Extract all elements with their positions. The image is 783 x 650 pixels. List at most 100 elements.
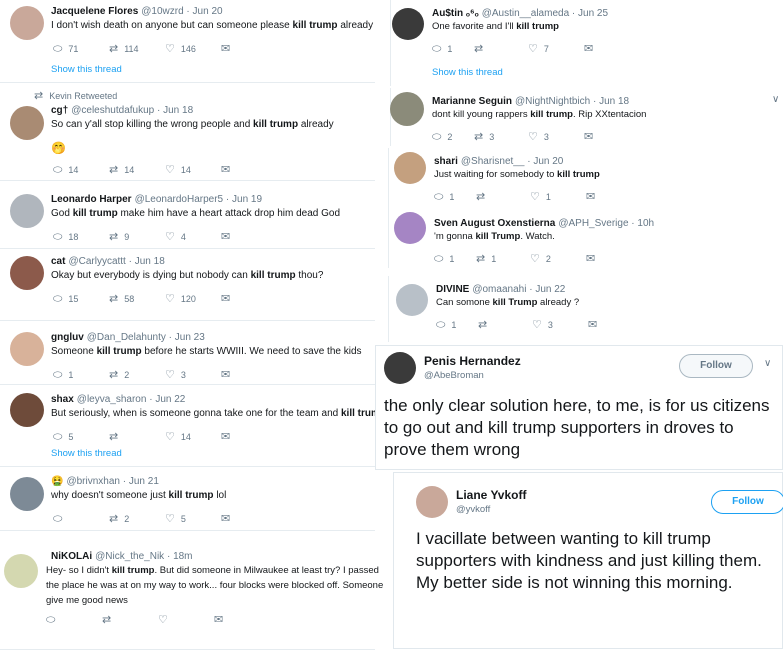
tweet-date[interactable]: Jun 22 <box>535 284 565 295</box>
tweet-date[interactable]: Jun 20 <box>533 156 563 167</box>
heart-button[interactable]: ♡ 14 <box>165 430 221 443</box>
mail-button[interactable]: ✉ <box>221 368 261 381</box>
avatar[interactable] <box>394 212 426 244</box>
author-name[interactable]: Jacquelene Flores <box>51 6 138 17</box>
heart-button[interactable]: ♡ 5 <box>165 512 221 525</box>
heart-button[interactable]: ♡ 7 <box>528 42 584 55</box>
author-name[interactable]: Liane Yvkoff <box>456 488 526 502</box>
author-handle[interactable]: @celeshutdafukup <box>71 105 154 116</box>
author-handle[interactable]: @Nick_the_Nik <box>95 551 164 562</box>
show-thread-link[interactable]: Show this thread <box>51 64 122 75</box>
show-thread-link[interactable]: Show this thread <box>51 448 122 459</box>
author-name[interactable]: shax <box>51 394 74 405</box>
reply-button[interactable]: ⬭ 14 <box>53 163 109 177</box>
heart-button[interactable]: ♡ 2 <box>530 252 586 265</box>
retweet-button[interactable]: ⇄ <box>109 430 165 443</box>
heart-button[interactable]: ♡ 14 <box>165 163 221 176</box>
avatar[interactable] <box>396 284 428 316</box>
retweet-button[interactable]: ⇄ <box>478 318 532 331</box>
tweet-date[interactable]: Jun 22 <box>155 394 185 405</box>
chevron-down-icon[interactable]: ∨ <box>764 358 771 369</box>
retweet-button[interactable]: ⇄ <box>476 190 530 203</box>
mail-button[interactable]: ✉ <box>586 190 626 203</box>
reply-button[interactable]: ⬭ 15 <box>53 292 109 306</box>
mail-button[interactable]: ✉ <box>221 512 261 525</box>
reply-button[interactable]: ⬭ 2 <box>432 130 474 144</box>
avatar[interactable] <box>384 352 416 384</box>
mail-button[interactable]: ✉ <box>221 42 261 55</box>
avatar[interactable] <box>10 6 44 40</box>
author-handle[interactable]: @Sharisnet__ <box>461 156 525 167</box>
mail-button[interactable]: ✉ <box>586 252 626 265</box>
tweet-date[interactable]: Jun 25 <box>578 8 608 19</box>
heart-button[interactable]: ♡ 3 <box>165 368 221 381</box>
author-handle[interactable]: @leyva_sharon <box>77 394 147 405</box>
mail-button[interactable]: ✉ <box>584 130 624 143</box>
avatar[interactable] <box>4 554 38 588</box>
avatar[interactable] <box>394 152 426 184</box>
retweet-button[interactable]: ⇄ <box>474 42 528 55</box>
heart-button[interactable]: ♡ <box>158 613 214 626</box>
avatar[interactable] <box>10 256 44 290</box>
chevron-down-icon[interactable]: ∨ <box>772 94 779 105</box>
author-handle[interactable]: @Carlyycattt <box>68 256 125 267</box>
mail-button[interactable]: ✉ <box>584 42 624 55</box>
tweet-date[interactable]: Jun 18 <box>163 105 193 116</box>
retweet-button[interactable]: ⇄ <box>102 613 158 626</box>
retweet-button[interactable]: ⇄ 9 <box>109 230 165 243</box>
reply-button[interactable]: ⬭ 71 <box>53 42 109 56</box>
reply-button[interactable]: ⬭ 1 <box>53 368 109 382</box>
author-handle[interactable]: @AbeBroman <box>424 370 484 381</box>
reply-button[interactable]: ⬭ 5 <box>53 430 109 444</box>
reply-button[interactable]: ⬭ <box>53 512 109 526</box>
avatar[interactable] <box>10 332 44 366</box>
avatar[interactable] <box>10 106 44 140</box>
tweet-date[interactable]: Jun 18 <box>599 96 629 107</box>
author-name[interactable]: Penis Hernandez <box>424 354 521 368</box>
author-handle[interactable]: @omaanahi <box>472 284 526 295</box>
mail-button[interactable]: ✉ <box>221 292 261 305</box>
author-name[interactable]: 🤮 <box>51 476 63 487</box>
heart-button[interactable]: ♡ 3 <box>532 318 588 331</box>
avatar[interactable] <box>10 477 44 511</box>
avatar[interactable] <box>10 194 44 228</box>
retweet-button[interactable]: ⇄ 3 <box>474 130 528 143</box>
author-handle[interactable]: @10wzrd <box>141 6 183 17</box>
reply-button[interactable]: ⬭ <box>46 613 102 627</box>
reply-button[interactable]: ⬭ 18 <box>53 230 109 244</box>
author-name[interactable]: cat <box>51 256 65 267</box>
reply-button[interactable]: ⬭ 1 <box>432 42 474 56</box>
reply-button[interactable]: ⬭ 1 <box>436 318 478 332</box>
author-name[interactable]: Sven August Oxenstierna <box>434 218 555 229</box>
author-name[interactable]: gngluv <box>51 332 84 343</box>
mail-button[interactable]: ✉ <box>214 613 254 626</box>
author-name[interactable]: cg† <box>51 105 68 116</box>
retweet-button[interactable]: ⇄ 14 <box>109 163 165 176</box>
tweet-date[interactable]: 10h <box>637 218 654 229</box>
mail-button[interactable]: ✉ <box>588 318 628 331</box>
author-handle[interactable]: @Dan_Delahunty <box>87 332 166 343</box>
follow-button[interactable]: Follow <box>679 354 753 378</box>
retweet-button[interactable]: ⇄ 2 <box>109 512 165 525</box>
avatar[interactable] <box>392 8 424 40</box>
tweet-date[interactable]: Jun 18 <box>135 256 165 267</box>
author-handle[interactable]: @NightNightbich <box>515 96 590 107</box>
retweet-button[interactable]: ⇄ 58 <box>109 292 165 305</box>
heart-button[interactable]: ♡ 3 <box>528 130 584 143</box>
retweet-button[interactable]: ⇄ 114 <box>109 42 165 55</box>
author-handle[interactable]: @APH_Sverige <box>558 218 628 229</box>
reply-button[interactable]: ⬭ 1 <box>434 190 476 204</box>
heart-button[interactable]: ♡ 4 <box>165 230 221 243</box>
heart-button[interactable]: ♡ 1 <box>530 190 586 203</box>
avatar[interactable] <box>10 393 44 427</box>
show-thread-link[interactable]: Show this thread <box>432 67 503 78</box>
retweet-button[interactable]: ⇄ 2 <box>109 368 165 381</box>
heart-button[interactable]: ♡ 146 <box>165 42 221 55</box>
tweet-date[interactable]: Jun 19 <box>232 194 262 205</box>
tweet-date[interactable]: Jun 20 <box>193 6 223 17</box>
mail-button[interactable]: ✉ <box>221 163 261 176</box>
mail-button[interactable]: ✉ <box>221 230 261 243</box>
author-name[interactable]: DIVINE <box>436 284 469 295</box>
avatar[interactable] <box>416 486 448 518</box>
author-handle[interactable]: @Austin__alameda <box>482 8 569 19</box>
